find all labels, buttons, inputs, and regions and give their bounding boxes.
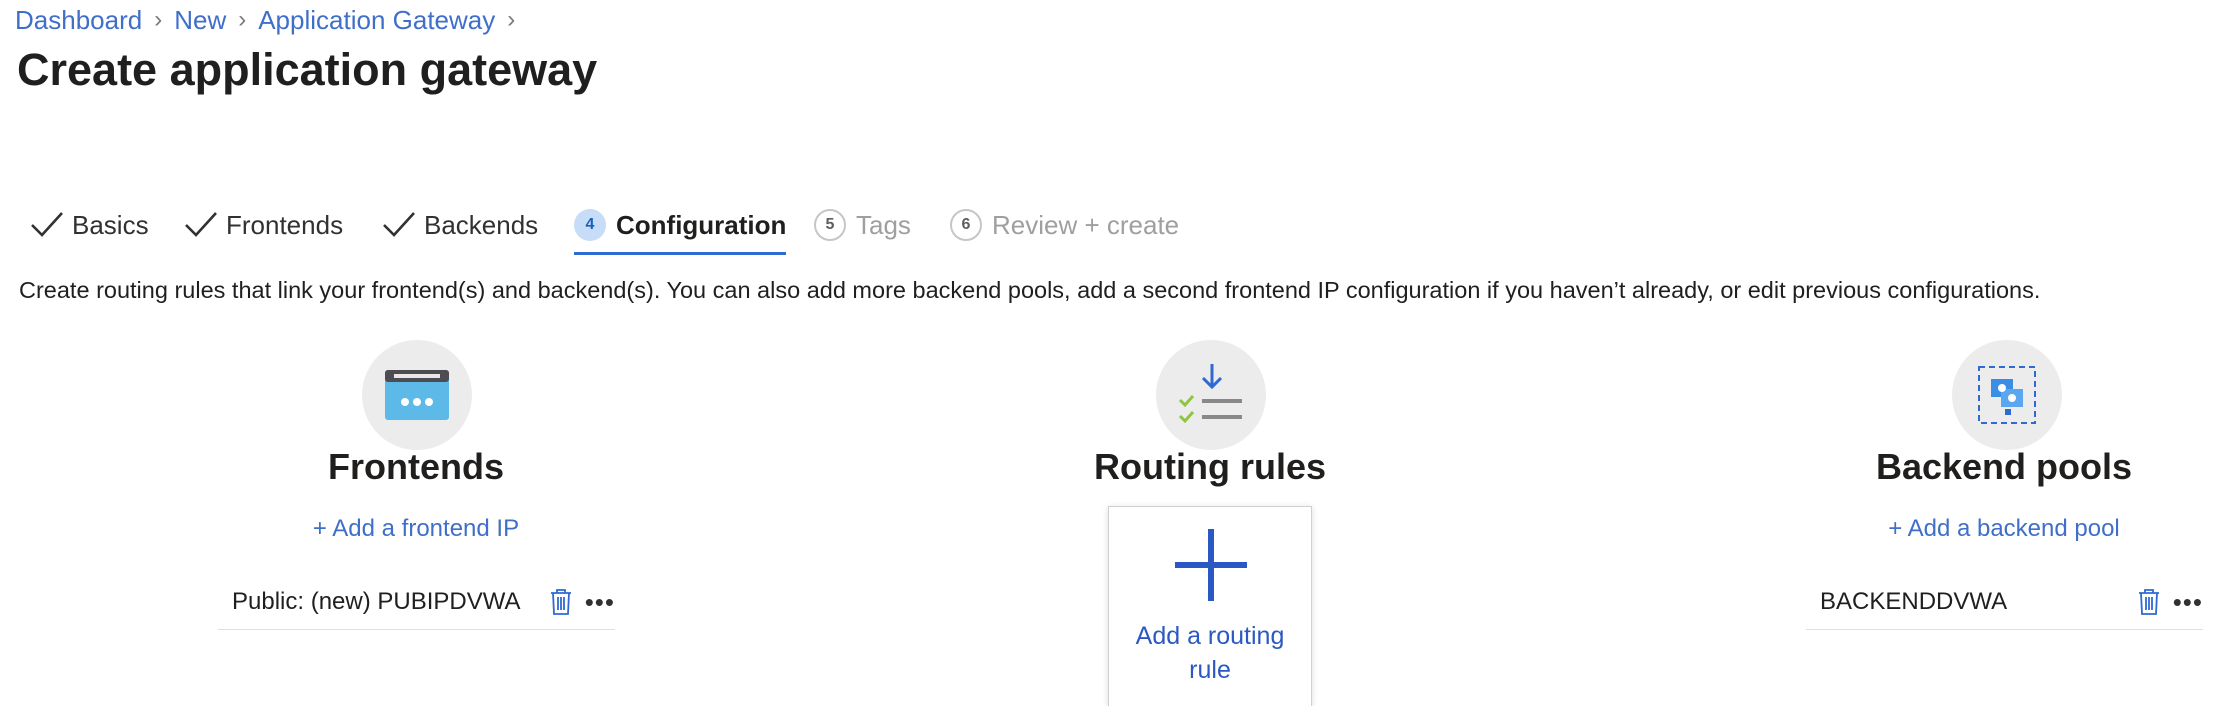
- tab-label: Configuration: [616, 209, 787, 240]
- chevron-right-icon: ›: [507, 6, 516, 33]
- add-routing-rule-card[interactable]: Add a routing rule: [1108, 506, 1312, 706]
- checkmark-icon: [185, 212, 217, 237]
- add-backend-pool-link[interactable]: + Add a backend pool: [1804, 515, 2204, 543]
- tab-label: Frontends: [226, 209, 344, 240]
- chevron-right-icon: ›: [154, 6, 163, 33]
- add-frontend-ip-link[interactable]: + Add a frontend IP: [216, 515, 616, 543]
- backend-item-label: BACKENDDVWA: [1820, 587, 2008, 615]
- frontend-window-icon: [362, 340, 472, 450]
- checkmark-icon: [383, 212, 415, 237]
- tab-basics[interactable]: Basics: [30, 195, 149, 255]
- routing-rules-title: Routing rules: [1094, 446, 1326, 487]
- add-routing-rule-label: Add a routing rule: [1135, 622, 1285, 684]
- tab-label: Review + create: [992, 209, 1180, 240]
- active-tab-underline: [574, 252, 787, 255]
- breadcrumb-dashboard[interactable]: Dashboard: [15, 5, 142, 36]
- tab-review-create[interactable]: 6 Review + create: [950, 195, 1179, 255]
- step-number: 5: [814, 209, 846, 241]
- step-number: 4: [574, 209, 606, 241]
- more-icon[interactable]: •••: [2173, 589, 2203, 615]
- tab-tags[interactable]: 5 Tags: [814, 195, 911, 255]
- list-item: Public: (new) PUBIPDVWA •••: [218, 574, 615, 630]
- plus-icon: [1175, 529, 1247, 601]
- breadcrumb-application-gateway[interactable]: Application Gateway: [258, 5, 495, 36]
- breadcrumb-new[interactable]: New: [174, 5, 226, 36]
- tab-label: Tags: [856, 209, 911, 240]
- breadcrumb: Dashboard › New › Application Gateway ›: [15, 2, 527, 38]
- tab-label: Backends: [424, 209, 539, 240]
- tab-configuration[interactable]: 4 Configuration: [574, 195, 787, 255]
- trash-icon[interactable]: [2137, 588, 2161, 616]
- tab-backends[interactable]: Backends: [382, 195, 538, 255]
- chevron-right-icon: ›: [238, 6, 247, 33]
- checkmark-icon: [31, 212, 63, 237]
- list-item: BACKENDDVWA •••: [1806, 574, 2203, 630]
- more-icon[interactable]: •••: [585, 589, 615, 615]
- trash-icon[interactable]: [549, 588, 573, 616]
- step-number: 6: [950, 209, 982, 241]
- backend-pools-title: Backend pools: [1875, 446, 2133, 487]
- tab-frontends[interactable]: Frontends: [184, 195, 343, 255]
- page-title: Create application gateway: [17, 44, 598, 95]
- frontends-title: Frontends: [328, 446, 504, 487]
- backend-pool-icon: [1952, 340, 2062, 450]
- page-description: Create routing rules that link your fron…: [19, 277, 2041, 303]
- routing-rules-icon: [1156, 340, 1266, 450]
- frontend-item-label: Public: (new) PUBIPDVWA: [232, 587, 521, 615]
- tab-label: Basics: [72, 209, 149, 240]
